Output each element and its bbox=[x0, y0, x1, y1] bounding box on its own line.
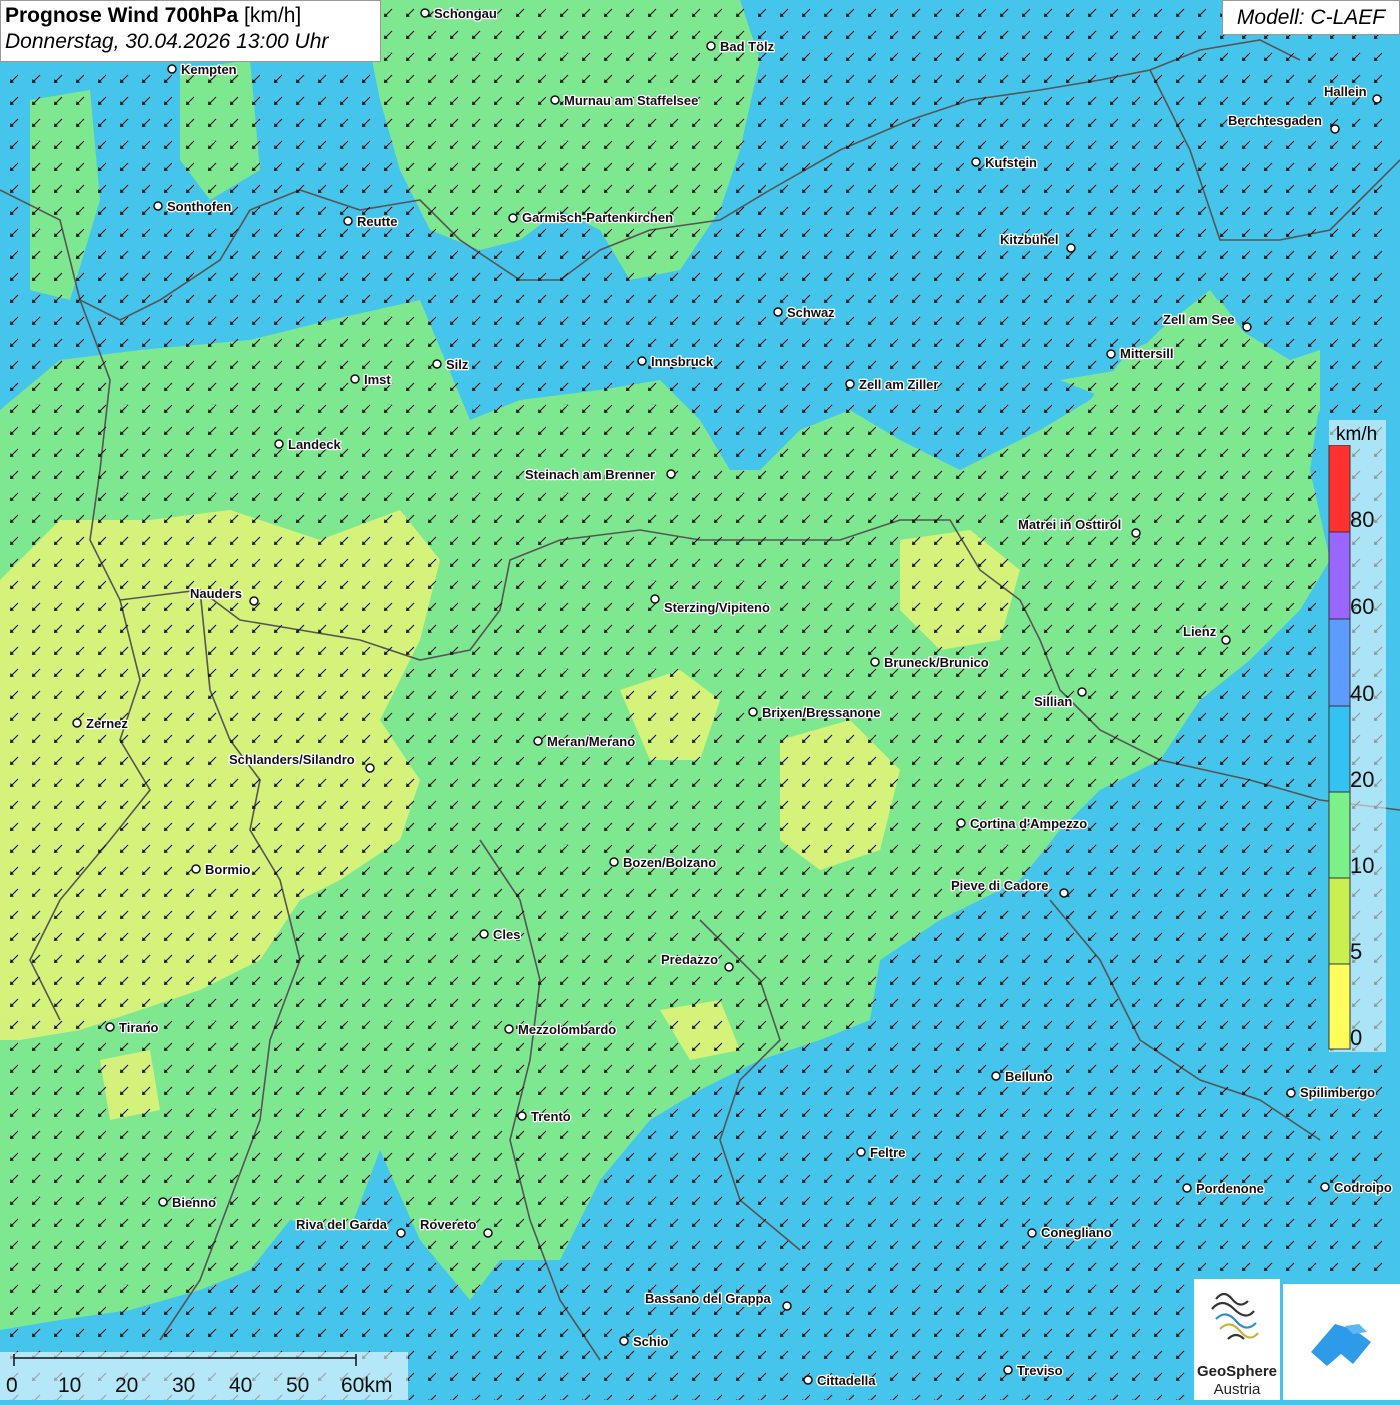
wind-map: Kempten Schongau Bad Tölz Murnau am Staf… bbox=[0, 0, 1400, 1400]
